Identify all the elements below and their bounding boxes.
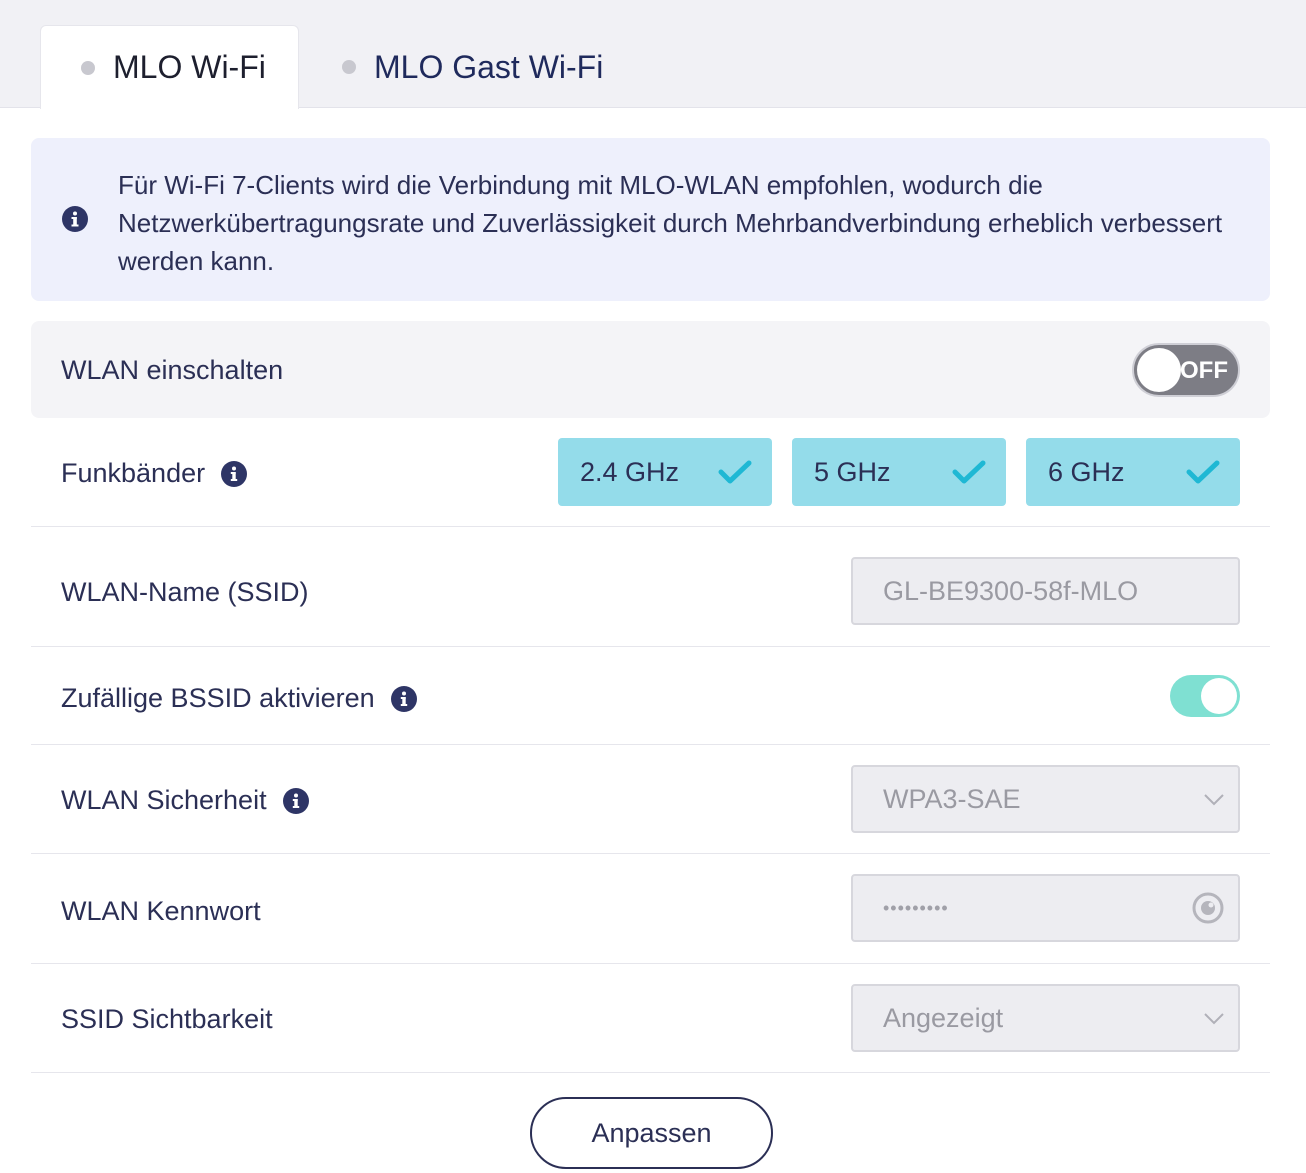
security-label: WLAN Sicherheit [61,785,267,815]
chevron-down-icon [1204,794,1224,806]
password-label: WLAN Kennwort [61,896,261,926]
wlan-enable-label: WLAN einschalten [61,355,284,385]
security-label-group: WLAN Sicherheit [61,785,309,816]
ssid-value: GL-BE9300-58f-MLO [883,575,1139,606]
bands-label-group: Funkbänder [61,458,248,489]
visibility-select[interactable]: Angezeigt [851,984,1240,1052]
info-notice-text: Für Wi-Fi 7-Clients wird die Verbindung … [118,170,1223,276]
toggle-knob [1137,348,1181,392]
checkmark-icon [718,460,752,484]
bands-label: Funkbänder [61,458,206,488]
password-value: ••••••••• [883,897,949,918]
checkmark-icon [952,460,986,484]
band-5ghz-button[interactable]: 5 GHz [792,438,1006,506]
random-bssid-label-group: Zufällige BSSID aktivieren [61,683,417,714]
info-icon[interactable] [282,787,309,814]
tab-label: MLO Wi-Fi [113,49,266,85]
row-ssid: WLAN-Name (SSID) GL-BE9300-58f-MLO [31,527,1270,647]
band-6ghz-button[interactable]: 6 GHz [1026,438,1240,506]
tab-bar: MLO Wi-Fi MLO Gast Wi-Fi [0,0,1306,109]
wlan-enable-toggle[interactable]: OFF [1132,343,1240,397]
tab-status-dot [81,60,95,75]
info-icon[interactable] [221,460,248,487]
row-wlan-enable: WLAN einschalten OFF [31,321,1270,418]
ssid-input[interactable]: GL-BE9300-58f-MLO [851,557,1240,625]
toggle-knob [1201,678,1237,714]
apply-button[interactable]: Anpassen [530,1097,773,1169]
row-bands: Funkbänder 2.4 GHz 5 GHz 6 GHz [31,418,1270,527]
tab-status-dot [342,60,356,74]
band-2-4ghz-button[interactable]: 2.4 GHz [558,438,772,506]
security-select[interactable]: WPA3-SAE [851,765,1240,833]
info-notice: Für Wi-Fi 7-Clients wird die Verbindung … [31,138,1270,301]
band-label: 5 GHz [814,456,891,487]
chevron-down-icon [1204,1013,1224,1025]
eye-icon[interactable] [1190,892,1226,924]
band-label: 2.4 GHz [580,456,680,487]
random-bssid-label: Zufällige BSSID aktivieren [61,683,375,713]
band-label: 6 GHz [1048,456,1125,487]
row-ssid-visibility: SSID Sichtbarkeit Angezeigt [31,964,1270,1073]
tab-label: MLO Gast Wi-Fi [374,48,604,85]
row-security: WLAN Sicherheit WPA3-SAE [31,745,1270,854]
security-value: WPA3-SAE [883,783,1021,814]
info-icon[interactable] [390,685,417,712]
tab-mlo-guest-wifi[interactable]: MLO Gast Wi-Fi [302,25,603,109]
row-password: WLAN Kennwort ••••••••• [31,854,1270,964]
checkmark-icon [1186,460,1220,484]
ssid-label: WLAN-Name (SSID) [61,577,309,607]
random-bssid-toggle[interactable] [1170,675,1240,717]
row-random-bssid: Zufällige BSSID aktivieren [31,647,1270,745]
visibility-value: Angezeigt [883,1002,1004,1033]
info-icon [61,205,89,238]
password-input[interactable]: ••••••••• [851,874,1240,942]
toggle-state-label: OFF [1180,357,1228,384]
tab-mlo-wifi[interactable]: MLO Wi-Fi [40,25,299,109]
visibility-label: SSID Sichtbarkeit [61,1004,273,1034]
